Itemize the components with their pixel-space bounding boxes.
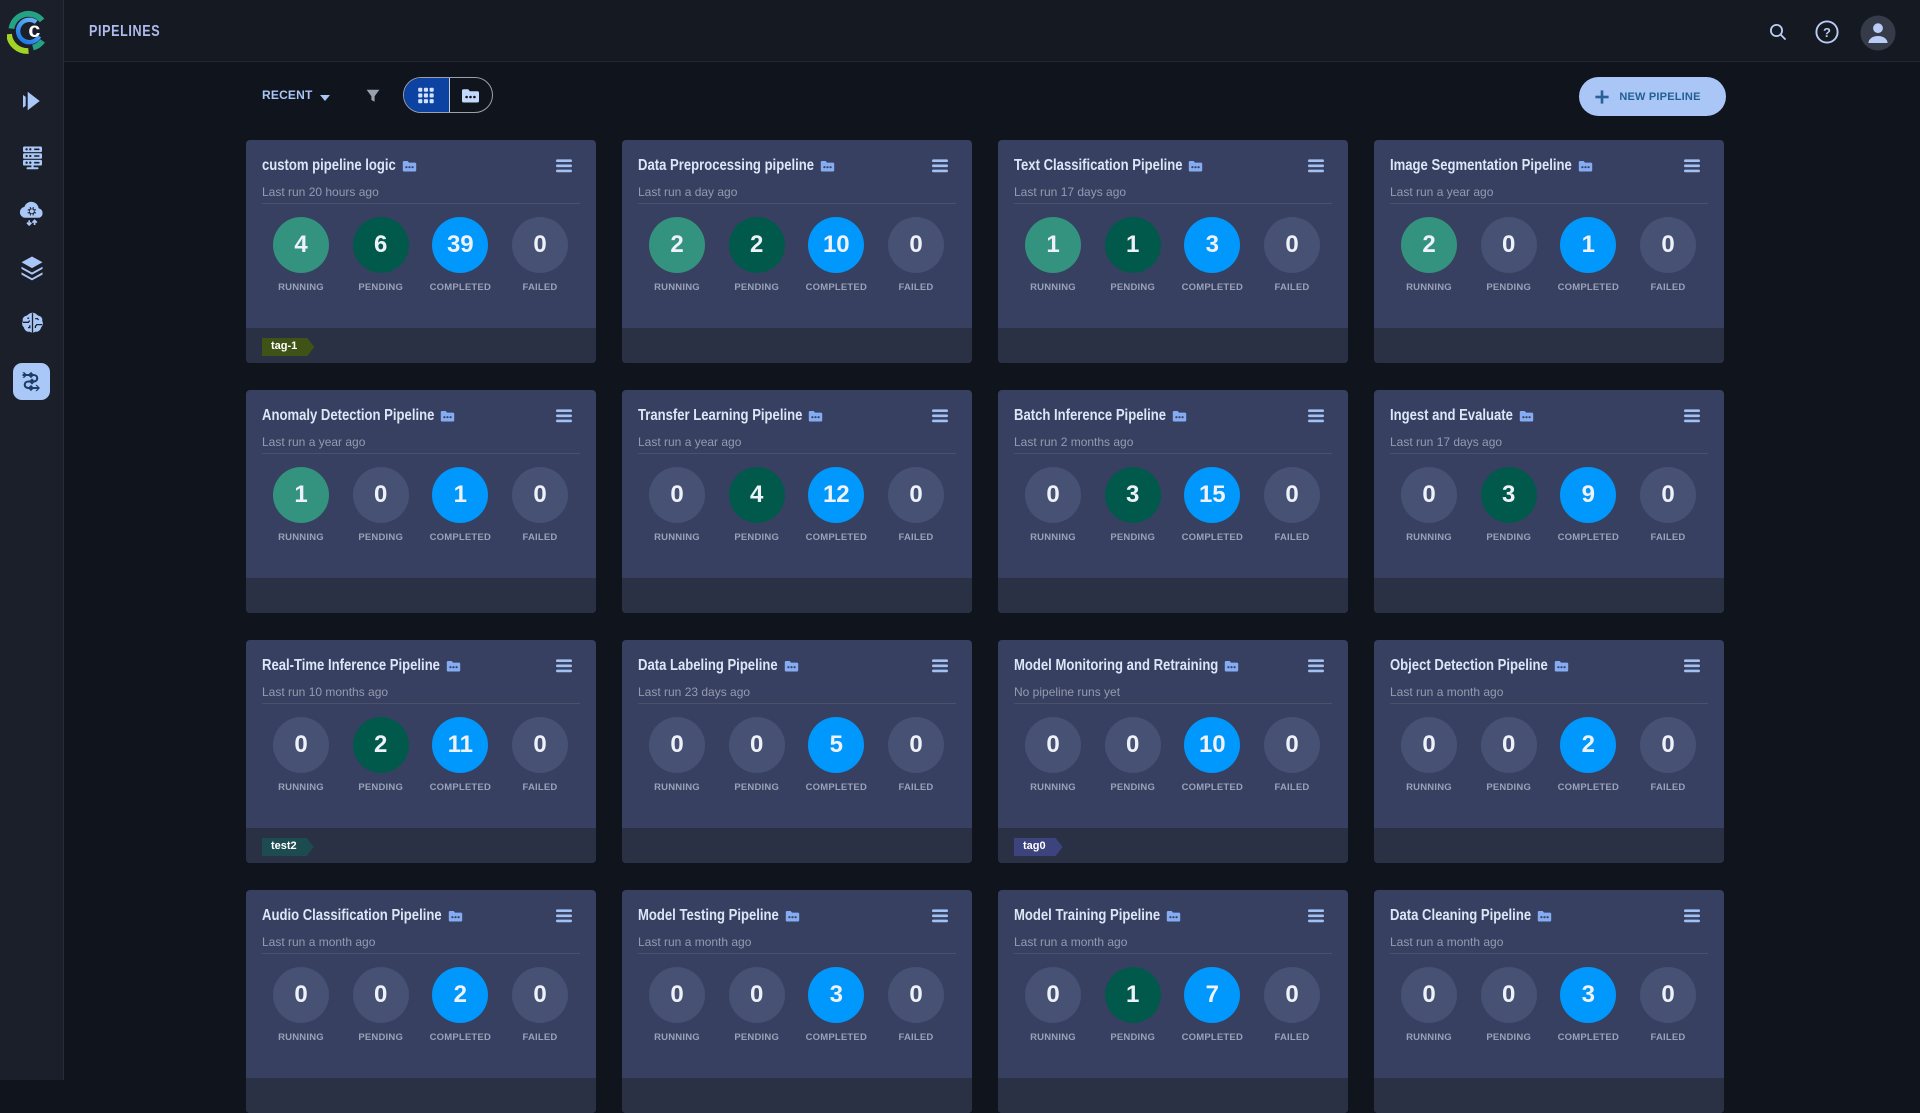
- svg-text:?: ?: [1823, 25, 1831, 40]
- svg-text:c: c: [28, 18, 40, 42]
